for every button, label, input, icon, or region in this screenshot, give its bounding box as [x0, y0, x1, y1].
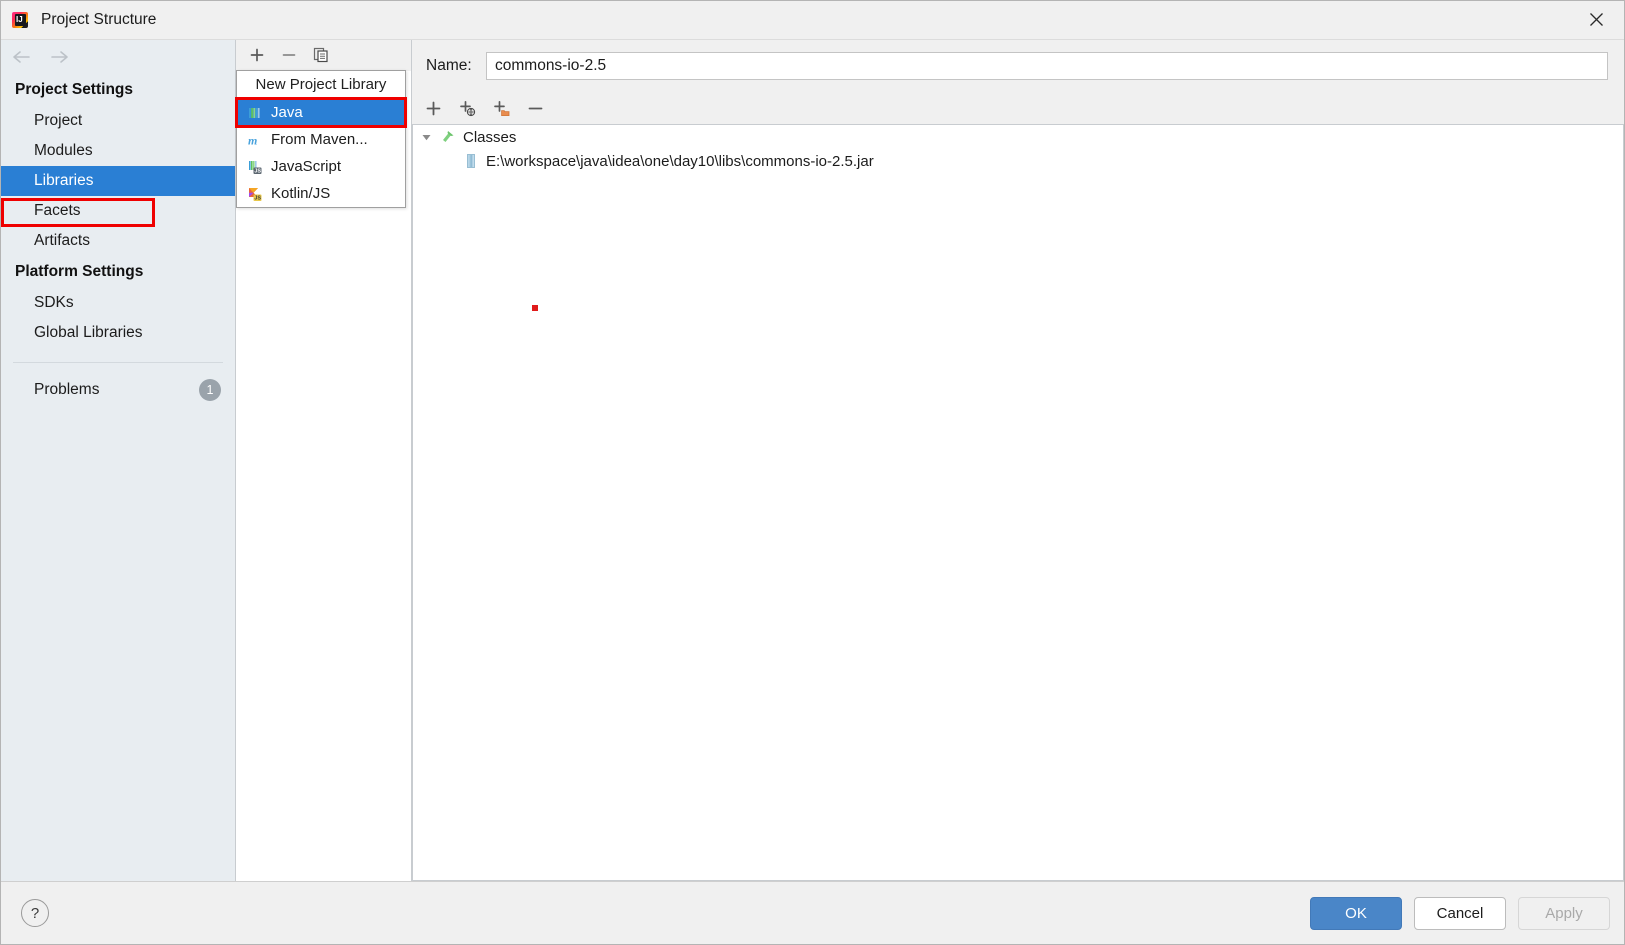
popup-item-label: JavaScript: [271, 158, 341, 175]
apply-button: Apply: [1518, 897, 1610, 930]
cursor-marker-dot: [532, 305, 538, 311]
tree-node-label: Classes: [463, 129, 516, 146]
ok-button[interactable]: OK: [1310, 897, 1402, 930]
tree-node-label: E:\workspace\java\idea\one\day10\libs\co…: [486, 153, 874, 170]
help-button[interactable]: ?: [21, 899, 49, 927]
plus-folder-icon[interactable]: [492, 99, 510, 117]
dialog-body: Project Settings Project Modules Librari…: [1, 40, 1624, 881]
kotlin-js-icon: JS: [247, 186, 263, 202]
library-editor-panel: Name:: [412, 40, 1624, 881]
sidebar-divider: [13, 362, 223, 363]
sidebar-item-sdks[interactable]: SDKs: [1, 288, 235, 318]
classes-root-icon: [440, 129, 456, 145]
sidebar-item-modules[interactable]: Modules: [1, 136, 235, 166]
project-structure-dialog: IJ Project Structure Project Settings Pr…: [0, 0, 1625, 945]
window-title: Project Structure: [41, 11, 156, 29]
plus-icon[interactable]: [424, 99, 442, 117]
plus-icon[interactable]: [248, 46, 266, 64]
popup-item-from-maven[interactable]: m From Maven...: [237, 126, 405, 153]
intellij-idea-icon: IJ: [11, 11, 29, 29]
popup-item-java[interactable]: Java: [237, 99, 405, 126]
popup-item-label: Java: [271, 104, 303, 121]
svg-text:JS: JS: [254, 195, 261, 201]
arrow-left-icon[interactable]: [11, 47, 33, 67]
sidebar-group-project-settings: Project Settings: [1, 74, 235, 106]
settings-sidebar: Project Settings Project Modules Librari…: [1, 40, 236, 881]
navigation-arrows: [1, 40, 235, 74]
close-icon[interactable]: [1568, 1, 1624, 38]
sidebar-item-facets[interactable]: Facets: [1, 196, 235, 226]
sidebar-item-problems[interactable]: Problems 1: [1, 373, 235, 407]
minus-icon[interactable]: [526, 99, 544, 117]
javascript-library-icon: JS: [247, 159, 263, 175]
sidebar-group-platform-settings: Platform Settings: [1, 256, 235, 288]
libraries-list-panel: New Project Library Java: [236, 40, 412, 881]
maven-icon: m: [247, 132, 263, 148]
sidebar-item-global-libraries[interactable]: Global Libraries: [1, 318, 235, 348]
sidebar-item-libraries[interactable]: Libraries: [1, 166, 235, 196]
popup-item-kotlin-js[interactable]: JS Kotlin/JS: [237, 180, 405, 207]
copy-icon[interactable]: [312, 46, 330, 64]
library-name-label: Name:: [426, 57, 486, 75]
cancel-button[interactable]: Cancel: [1414, 897, 1506, 930]
sidebar-item-artifacts[interactable]: Artifacts: [1, 226, 235, 256]
tree-node-jar[interactable]: E:\workspace\java\idea\one\day10\libs\co…: [413, 149, 1623, 173]
chevron-down-icon[interactable]: [419, 130, 433, 144]
arrow-right-icon[interactable]: [49, 47, 71, 67]
library-name-row: Name:: [412, 40, 1624, 92]
plus-globe-icon[interactable]: [458, 99, 476, 117]
action-buttons: OK Cancel Apply: [1310, 897, 1610, 930]
library-name-input[interactable]: [486, 52, 1608, 80]
popup-header: New Project Library: [237, 71, 405, 99]
libraries-toolbar: [236, 40, 411, 71]
problems-label: Problems: [34, 381, 99, 399]
svg-text:JS: JS: [254, 168, 261, 174]
svg-text:m: m: [248, 133, 257, 147]
problems-count-badge: 1: [199, 379, 221, 401]
tree-node-classes[interactable]: Classes: [413, 125, 1623, 149]
minus-icon[interactable]: [280, 46, 298, 64]
java-library-icon: [247, 105, 263, 121]
popup-item-label: Kotlin/JS: [271, 185, 330, 202]
popup-item-javascript[interactable]: JS JavaScript: [237, 153, 405, 180]
dialog-button-bar: ? OK Cancel Apply: [1, 881, 1624, 944]
new-project-library-popup: New Project Library Java: [236, 70, 406, 208]
sidebar-item-project[interactable]: Project: [1, 106, 235, 136]
library-roots-tree[interactable]: Classes E:\workspace\java\idea\one\day10…: [412, 124, 1624, 881]
library-roots-toolbar: [412, 92, 1624, 124]
title-bar: IJ Project Structure: [1, 1, 1624, 40]
popup-item-label: From Maven...: [271, 131, 368, 148]
jar-archive-icon: [463, 153, 479, 169]
